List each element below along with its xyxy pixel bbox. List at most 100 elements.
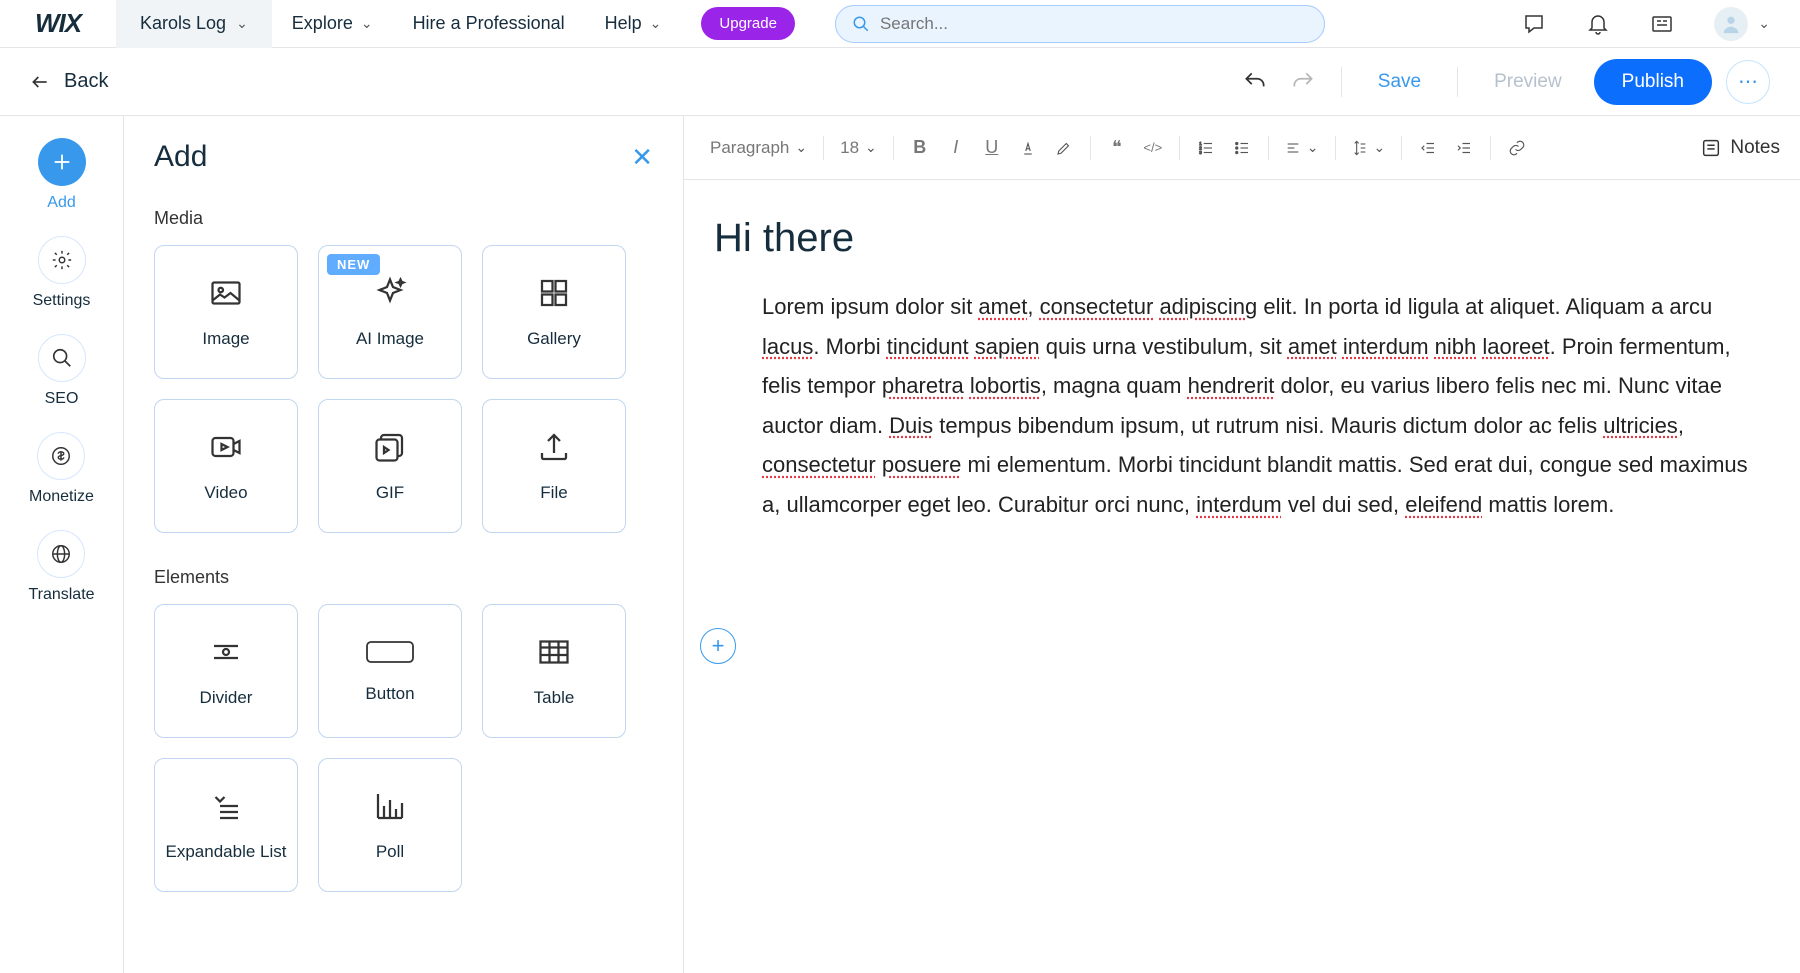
card-ai-image[interactable]: NEW AI Image [318, 245, 462, 379]
more-button[interactable]: ⋯ [1726, 60, 1770, 104]
indent-button[interactable] [1448, 132, 1480, 164]
card-expandable-list[interactable]: Expandable List [154, 758, 298, 892]
save-button[interactable]: Save [1356, 71, 1443, 93]
divider [823, 136, 824, 160]
divider [1457, 67, 1458, 97]
rail-translate[interactable]: Translate [28, 530, 94, 604]
card-label: Button [365, 684, 414, 704]
card-label: Poll [376, 842, 404, 862]
arrow-left-icon [30, 72, 50, 92]
add-paragraph-button[interactable]: + [700, 628, 736, 664]
chevron-down-icon: ⌄ [1758, 15, 1770, 32]
button-icon [365, 638, 415, 666]
add-panel-header: Add ✕ [154, 140, 653, 174]
link-button[interactable] [1501, 132, 1533, 164]
upload-icon [536, 429, 572, 465]
wix-logo[interactable]: WIX [0, 8, 116, 39]
account-dropdown[interactable]: ⌄ [1714, 7, 1770, 41]
fontsize-select[interactable]: 18 ⌄ [834, 138, 883, 158]
nav-hire[interactable]: Hire a Professional [393, 0, 585, 48]
search-box[interactable] [835, 5, 1325, 43]
add-panel: Add ✕ Media Image NEW AI Image Gallery V… [124, 116, 684, 973]
close-button[interactable]: ✕ [631, 142, 653, 173]
divider [1090, 136, 1091, 160]
card-label: Image [202, 329, 249, 349]
divider [1341, 67, 1342, 97]
document[interactable]: Hi there Lorem ipsum dolor sit amet, con… [684, 180, 1800, 561]
document-body[interactable]: Lorem ipsum dolor sit amet, consectetur … [714, 287, 1750, 525]
redo-button[interactable] [1279, 58, 1327, 106]
upgrade-button[interactable]: Upgrade [701, 7, 795, 40]
fontsize-label: 18 [840, 138, 859, 158]
underline-button[interactable]: U [976, 132, 1008, 164]
search-wrap [815, 5, 1522, 43]
chevron-down-icon: ⌄ [236, 15, 248, 32]
notes-button[interactable]: Notes [1700, 137, 1780, 159]
undo-button[interactable] [1231, 58, 1279, 106]
card-gif[interactable]: GIF [318, 399, 462, 533]
back-label: Back [64, 70, 108, 93]
topbar-right: ⌄ [1522, 7, 1800, 41]
bullet-list-button[interactable] [1226, 132, 1258, 164]
chevron-down-icon: ⌄ [1307, 139, 1319, 156]
rail-add[interactable]: Add [38, 138, 86, 212]
rail-monetize[interactable]: Monetize [29, 432, 94, 506]
numbered-list-button[interactable]: 123 [1190, 132, 1222, 164]
plus-icon [38, 138, 86, 186]
card-table[interactable]: Table [482, 604, 626, 738]
search-input[interactable] [880, 14, 1308, 34]
card-gallery[interactable]: Gallery [482, 245, 626, 379]
italic-button[interactable]: I [940, 132, 972, 164]
rail-label: SEO [45, 390, 79, 408]
divider [1268, 136, 1269, 160]
gear-icon [38, 236, 86, 284]
nav-explore[interactable]: Explore ⌄ [272, 0, 393, 48]
align-select[interactable]: ⌄ [1279, 139, 1325, 156]
site-dropdown[interactable]: Karols Log ⌄ [116, 0, 272, 48]
category-media: Media [154, 208, 653, 229]
line-spacing-select[interactable]: ⌄ [1346, 139, 1392, 156]
code-button[interactable]: </> [1137, 132, 1169, 164]
outdent-button[interactable] [1412, 132, 1444, 164]
card-poll[interactable]: Poll [318, 758, 462, 892]
rail-label: Add [47, 194, 75, 212]
text-color-button[interactable] [1012, 132, 1044, 164]
editor: Paragraph ⌄ 18 ⌄ B I U ❝ </> 123 [684, 116, 1800, 973]
card-button[interactable]: Button [318, 604, 462, 738]
style-label: Paragraph [710, 138, 789, 158]
chevron-down-icon: ⌄ [795, 139, 807, 156]
preview-button[interactable]: Preview [1472, 71, 1584, 93]
card-divider[interactable]: Divider [154, 604, 298, 738]
sparkle-icon [372, 275, 408, 311]
video-icon [208, 429, 244, 465]
rail-label: Monetize [29, 488, 94, 506]
avatar [1714, 7, 1748, 41]
bell-icon[interactable] [1586, 12, 1610, 36]
main: Add Settings SEO Monetize Translate [0, 116, 1800, 973]
notes-label: Notes [1730, 137, 1780, 159]
news-icon[interactable] [1650, 12, 1674, 36]
style-select[interactable]: Paragraph ⌄ [704, 138, 813, 158]
card-video[interactable]: Video [154, 399, 298, 533]
quote-button[interactable]: ❝ [1101, 132, 1133, 164]
card-file[interactable]: File [482, 399, 626, 533]
add-panel-title: Add [154, 140, 207, 174]
bold-button[interactable]: B [904, 132, 936, 164]
gif-icon [372, 429, 408, 465]
chevron-down-icon: ⌄ [650, 15, 662, 32]
nav-label: Hire a Professional [413, 13, 565, 34]
document-title[interactable]: Hi there [714, 216, 1750, 261]
nav-help[interactable]: Help ⌄ [585, 0, 682, 48]
publish-button[interactable]: Publish [1594, 59, 1712, 105]
chat-icon[interactable] [1522, 12, 1546, 36]
back-button[interactable]: Back [30, 70, 108, 93]
card-label: Gallery [527, 329, 581, 349]
divider-icon [208, 634, 244, 670]
list-icon [208, 788, 244, 824]
highlight-button[interactable] [1048, 132, 1080, 164]
card-image[interactable]: Image [154, 245, 298, 379]
rail-seo[interactable]: SEO [38, 334, 86, 408]
table-icon [536, 634, 572, 670]
globe-icon [37, 530, 85, 578]
rail-settings[interactable]: Settings [33, 236, 91, 310]
